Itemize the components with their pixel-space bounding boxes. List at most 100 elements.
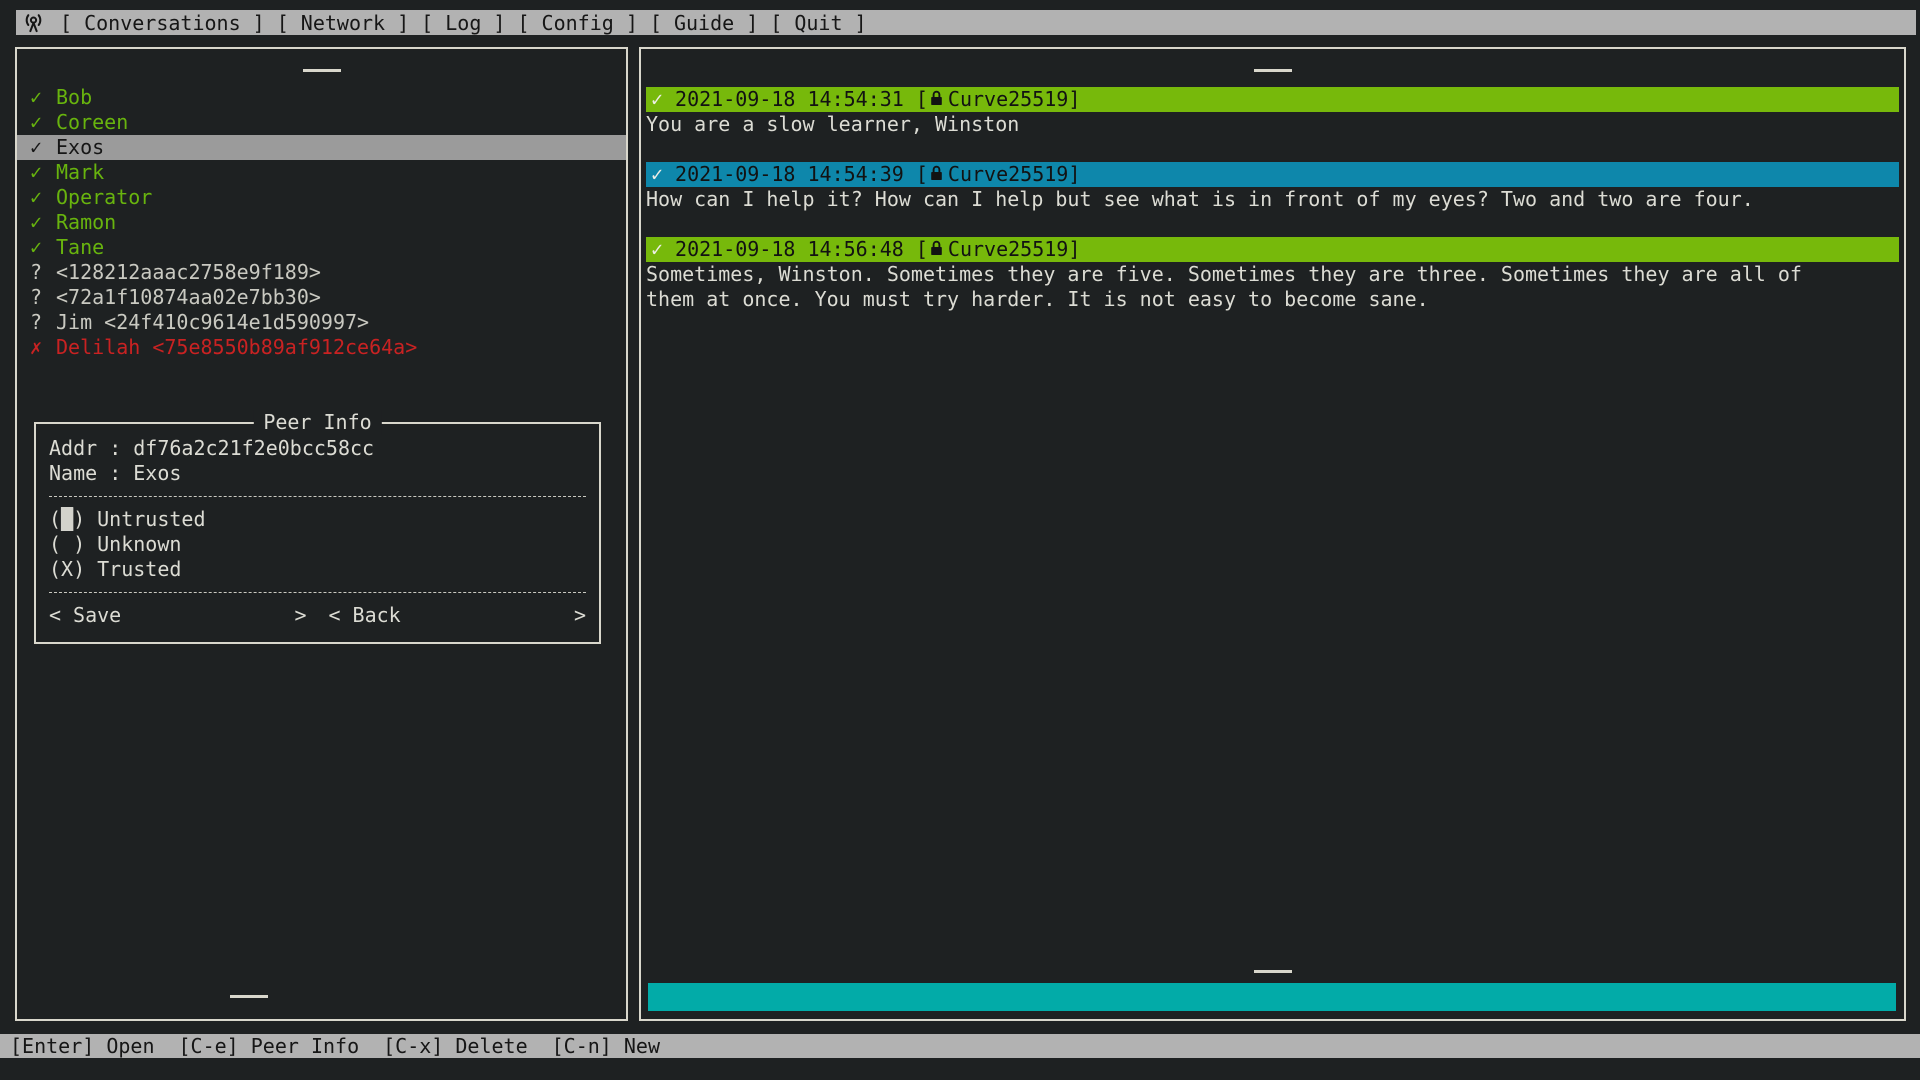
contact-row[interactable]: ?<128212aaac2758e9f189>	[17, 260, 626, 285]
contact-label: Delilah <75e8550b89af912ce64a>	[56, 335, 417, 360]
contact-row[interactable]: ✗Delilah <75e8550b89af912ce64a>	[17, 335, 626, 360]
message-input[interactable]	[648, 983, 1896, 1011]
broadcast-icon	[21, 10, 46, 35]
message: ✓2021-09-18 14:54:31 [Curve25519] You ar…	[646, 87, 1899, 137]
scroll-indicator-top	[1254, 69, 1292, 72]
radio-label: Untrusted	[97, 507, 205, 532]
scroll-indicator-bottom	[230, 995, 268, 998]
untrusted-x-icon: ✗	[30, 335, 56, 360]
menu-bar: [ Conversations ] [ Network ] [ Log ] [ …	[16, 10, 1916, 35]
contact-label: <128212aaac2758e9f189>	[56, 260, 321, 285]
contact-label: Mark	[56, 160, 104, 185]
text-cursor: █	[61, 507, 73, 531]
message-timestamp: 2021-09-18 14:54:39	[675, 162, 904, 187]
contact-label: <72a1f10874aa02e7bb30>	[56, 285, 321, 310]
separator	[49, 496, 586, 497]
scroll-indicator-bottom	[1254, 970, 1292, 973]
contact-row[interactable]: ✓Tane	[17, 235, 626, 260]
contact-label: Operator	[56, 185, 152, 210]
scroll-indicator-top	[303, 69, 341, 72]
cipher-label: Curve25519	[948, 237, 1068, 262]
separator	[49, 592, 586, 593]
message-body: How can I help it? How can I help but se…	[646, 187, 1836, 212]
trusted-check-icon: ✓	[30, 135, 56, 160]
peer-addr-row: Addr : df76a2c21f2e0bcc58cc	[49, 436, 586, 461]
radio-mark: (X)	[49, 557, 85, 582]
left-arrow: <	[49, 603, 61, 628]
cipher-label: Curve25519	[948, 162, 1068, 187]
contact-label: Tane	[56, 235, 104, 260]
message-header: ✓2021-09-18 14:56:48 [Curve25519]	[646, 237, 1899, 262]
peer-name-value: Exos	[133, 461, 181, 486]
menu-item-network[interactable]: [ Network ]	[277, 11, 409, 35]
conversation-panel: ✓2021-09-18 14:54:31 [Curve25519] You ar…	[639, 47, 1906, 1021]
contact-row[interactable]: ✓Operator	[17, 185, 626, 210]
message-list: ✓2021-09-18 14:54:31 [Curve25519] You ar…	[646, 87, 1899, 337]
verified-check-icon: ✓	[651, 237, 663, 262]
shortcut-open: [Enter] Open	[10, 1034, 155, 1058]
shortcut-new: [C-n] New	[552, 1034, 660, 1058]
trusted-check-icon: ✓	[30, 210, 56, 235]
right-arrow: >	[574, 603, 586, 628]
right-arrow: >	[294, 603, 306, 628]
contact-row[interactable]: ✓Ramon	[17, 210, 626, 235]
message: ✓2021-09-18 14:54:39 [Curve25519] How ca…	[646, 162, 1899, 212]
unknown-question-icon: ?	[30, 260, 56, 285]
peer-addr-label: Addr :	[49, 436, 121, 461]
menu-item-quit[interactable]: [ Quit ]	[770, 11, 866, 35]
radio-untrusted[interactable]: (█) Untrusted	[49, 507, 586, 532]
contact-label: Exos	[56, 135, 104, 160]
contact-label: Jim <24f410c9614e1d590997>	[56, 310, 369, 335]
radio-mark: ( )	[49, 532, 85, 557]
message: ✓2021-09-18 14:56:48 [Curve25519] Someti…	[646, 237, 1899, 312]
contact-list: ✓Bob ✓Coreen ✓Exos ✓Mark ✓Operator ✓Ramo…	[17, 85, 626, 360]
unknown-question-icon: ?	[30, 285, 56, 310]
trusted-check-icon: ✓	[30, 235, 56, 260]
back-button[interactable]: <Back >	[329, 603, 587, 628]
message-header: ✓2021-09-18 14:54:31 [Curve25519]	[646, 87, 1899, 112]
menu-item-config[interactable]: [ Config ]	[517, 11, 637, 35]
message-body: You are a slow learner, Winston	[646, 112, 1836, 137]
lock-icon	[930, 237, 943, 262]
trusted-check-icon: ✓	[30, 110, 56, 135]
peer-name-label: Name :	[49, 461, 121, 486]
peer-info-title: Peer Info	[253, 410, 381, 435]
contact-row[interactable]: ?Jim <24f410c9614e1d590997>	[17, 310, 626, 335]
cipher-label: Curve25519	[948, 87, 1068, 112]
menu-item-conversations[interactable]: [ Conversations ]	[60, 11, 265, 35]
verified-check-icon: ✓	[651, 162, 663, 187]
menu-item-log[interactable]: [ Log ]	[421, 11, 505, 35]
radio-unknown[interactable]: ( ) Unknown	[49, 532, 586, 557]
contacts-panel: ✓Bob ✓Coreen ✓Exos ✓Mark ✓Operator ✓Ramo…	[15, 47, 628, 1021]
shortcut-delete: [C-x] Delete	[383, 1034, 528, 1058]
contact-label: Ramon	[56, 210, 116, 235]
contact-label: Bob	[56, 85, 92, 110]
menu-item-guide[interactable]: [ Guide ]	[650, 11, 758, 35]
shortcut-peer-info: [C-e] Peer Info	[179, 1034, 360, 1058]
unknown-question-icon: ?	[30, 310, 56, 335]
message-timestamp: 2021-09-18 14:54:31	[675, 87, 904, 112]
contact-row-selected[interactable]: ✓Exos	[17, 135, 626, 160]
trusted-check-icon: ✓	[30, 185, 56, 210]
contact-row[interactable]: ✓Coreen	[17, 110, 626, 135]
contact-label: Coreen	[56, 110, 128, 135]
trusted-check-icon: ✓	[30, 85, 56, 110]
save-button[interactable]: <Save >	[49, 603, 307, 628]
menu-items: [ Conversations ] [ Network ] [ Log ] [ …	[16, 11, 867, 35]
lock-icon	[930, 87, 943, 112]
message-body: Sometimes, Winston. Sometimes they are f…	[646, 262, 1836, 312]
message-timestamp: 2021-09-18 14:56:48	[675, 237, 904, 262]
radio-label: Unknown	[97, 532, 181, 557]
peer-addr-value: df76a2c21f2e0bcc58cc	[133, 436, 374, 461]
trusted-check-icon: ✓	[30, 160, 56, 185]
radio-trusted[interactable]: (X) Trusted	[49, 557, 586, 582]
peer-info-box: Peer Info Addr :df76a2c21f2e0bcc58cc Nam…	[34, 422, 601, 644]
verified-check-icon: ✓	[651, 87, 663, 112]
radio-mark: (█)	[49, 507, 85, 532]
contact-row[interactable]: ✓Bob	[17, 85, 626, 110]
contact-row[interactable]: ✓Mark	[17, 160, 626, 185]
message-header: ✓2021-09-18 14:54:39 [Curve25519]	[646, 162, 1899, 187]
peer-name-row: Name : Exos	[49, 461, 586, 486]
radio-label: Trusted	[97, 557, 181, 582]
contact-row[interactable]: ?<72a1f10874aa02e7bb30>	[17, 285, 626, 310]
